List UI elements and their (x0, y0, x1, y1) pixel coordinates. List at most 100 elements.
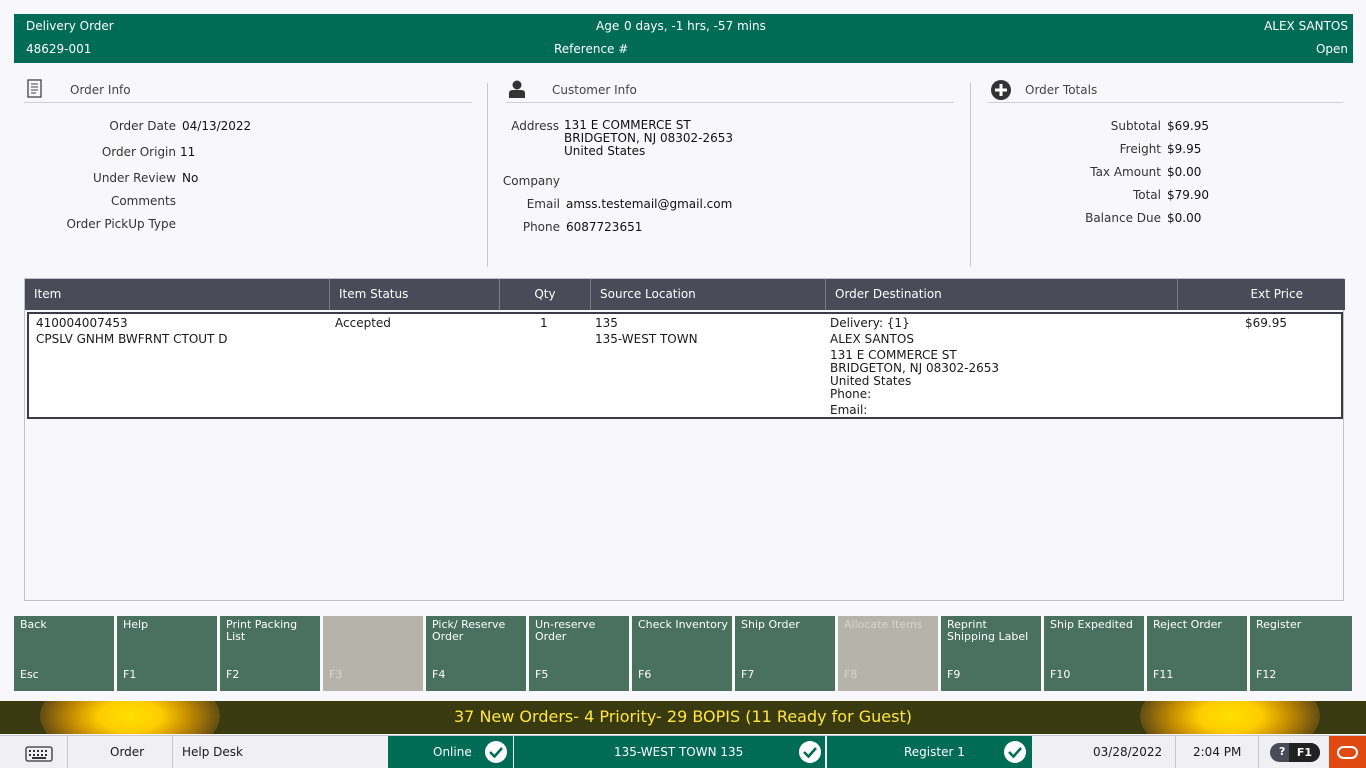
check-inventory-button[interactable]: Check Inventory F6 (632, 616, 732, 691)
help-label: Help (123, 618, 149, 631)
print-packing-list-button[interactable]: Print Packing List F2 (220, 616, 320, 691)
source-location-code: 135 (595, 316, 618, 330)
ship-order-button[interactable]: Ship Order F7 (735, 616, 835, 691)
help-key-label: F1 (1289, 743, 1320, 762)
phone-label: Phone (522, 220, 560, 234)
store-status: 135-WEST TOWN 135 (514, 736, 825, 768)
register-label: Register (1256, 618, 1302, 631)
order-totals-heading: Order Totals (988, 80, 1343, 103)
order-header: Delivery Order 48629-001 Age 0 days, -1 … (14, 14, 1353, 63)
document-icon (26, 79, 44, 102)
total-value: $79.90 (1167, 188, 1209, 202)
oracle-logo-icon[interactable] (1329, 736, 1366, 768)
check-inventory-label: Check Inventory (638, 618, 728, 631)
table-row[interactable]: 410004007453 CPSLV GNHM BWFRNT CTOUT D A… (27, 312, 1343, 419)
tax-label: Tax Amount (1090, 165, 1161, 179)
balance-due-value: $0.00 (1167, 211, 1202, 225)
store-label: 135-WEST TOWN 135 (614, 745, 744, 759)
reject-order-label: Reject Order (1153, 618, 1222, 631)
check-icon (1004, 741, 1026, 763)
reference-label: Reference # (554, 42, 629, 56)
allocate-items-button: Allocate Items F8 (838, 616, 938, 691)
column-header-ext-price[interactable]: Ext Price (1178, 279, 1345, 310)
address-label: Address (511, 119, 559, 133)
column-header-source-location[interactable]: Source Location (591, 279, 826, 310)
column-header-qty[interactable]: Qty (500, 279, 591, 310)
subtotal-label: Subtotal (1110, 119, 1161, 133)
order-info-title: Order Info (70, 83, 131, 97)
help-desk-link[interactable]: Help Desk (182, 736, 243, 768)
company-label: Company (502, 174, 560, 188)
f3-key: F3 (329, 668, 343, 681)
order-date-label: Order Date (109, 119, 176, 133)
reprint-shipping-label-key: F9 (947, 668, 961, 681)
status-bar: Order Help Desk Online 135-WEST TOWN 135… (0, 735, 1366, 768)
under-review-value: No (182, 171, 199, 185)
section-divider (970, 83, 971, 267)
status-divider (1258, 736, 1259, 768)
age-label: Age (596, 19, 620, 33)
destination-line: ALEX SANTOS (830, 332, 914, 346)
under-review-label: Under Review (93, 171, 176, 185)
order-items-table: Item Item Status Qty Source Location Ord… (24, 278, 1345, 601)
ext-price: $69.95 (1245, 316, 1287, 330)
help-key-button[interactable]: ? F1 (1270, 743, 1320, 762)
reject-order-key: F11 (1153, 668, 1174, 681)
column-header-item[interactable]: Item (25, 279, 330, 310)
status-divider (172, 736, 173, 768)
column-header-item-status[interactable]: Item Status (330, 279, 500, 310)
unreserve-order-label: Un-reserve Order (535, 618, 596, 643)
freight-value: $9.95 (1167, 142, 1202, 156)
person-icon (508, 79, 526, 102)
item-status: Accepted (335, 316, 391, 330)
mode-label[interactable]: Order (110, 736, 144, 768)
order-date-value: 04/13/2022 (182, 119, 252, 133)
email-label: Email (526, 197, 560, 211)
email-value: amss.testemail@gmail.com (566, 197, 733, 211)
online-status: Online (388, 736, 513, 768)
table-header: Item Item Status Qty Source Location Ord… (25, 279, 1345, 310)
age-value: 0 days, -1 hrs, -57 mins (624, 19, 766, 33)
status-date: 03/28/2022 (1093, 745, 1163, 759)
banner-message: 37 New Orders- 4 Priority- 29 BOPIS (11 … (454, 707, 912, 726)
destination-line: Email: (830, 403, 868, 417)
status-divider (1175, 736, 1176, 768)
check-icon (485, 741, 507, 763)
address-line-1: 131 E COMMERCE ST (564, 118, 691, 132)
back-button[interactable]: Back Esc (14, 616, 114, 691)
pick-reserve-order-button[interactable]: Pick/ Reserve Order F4 (426, 616, 526, 691)
order-origin-label: Order Origin (101, 145, 176, 159)
reprint-shipping-label-button[interactable]: Reprint Shipping Label F9 (941, 616, 1041, 691)
f3-button: F3 (323, 616, 423, 691)
order-info-heading: Order Info (24, 79, 472, 103)
item-code: 410004007453 (36, 316, 128, 330)
keyboard-icon[interactable] (25, 743, 53, 763)
customer-info-heading: Customer Info (506, 80, 954, 103)
pick-reserve-order-label: Pick/ Reserve Order (432, 618, 506, 643)
order-origin-value: 11 (180, 145, 196, 159)
ship-order-label: Ship Order (741, 618, 800, 631)
column-header-order-destination[interactable]: Order Destination (826, 279, 1178, 310)
header-user: ALEX SANTOS (1264, 19, 1348, 33)
print-packing-list-key: F2 (226, 668, 240, 681)
unreserve-order-key: F5 (535, 668, 549, 681)
order-totals-title: Order Totals (1025, 83, 1098, 97)
order-number: 48629-001 (26, 42, 92, 56)
freight-label: Freight (1119, 142, 1161, 156)
destination-line: Phone: (830, 387, 872, 401)
customer-info-title: Customer Info (552, 83, 637, 97)
help-button[interactable]: Help F1 (117, 616, 217, 691)
reject-order-button[interactable]: Reject Order F11 (1147, 616, 1247, 691)
back-label: Back (20, 618, 47, 631)
destination-line: Delivery: {1} (830, 316, 910, 330)
ship-expedited-button[interactable]: Ship Expedited F10 (1044, 616, 1144, 691)
order-alert-banner[interactable]: 37 New Orders- 4 Priority- 29 BOPIS (11 … (0, 701, 1366, 734)
source-location-name: 135-WEST TOWN (595, 332, 698, 346)
reprint-shipping-label-label: Reprint Shipping Label (947, 618, 1029, 643)
tax-value: $0.00 (1167, 165, 1202, 179)
unreserve-order-button[interactable]: Un-reserve Order F5 (529, 616, 629, 691)
print-packing-list-label: Print Packing List (226, 618, 298, 643)
comments-label: Comments (110, 194, 176, 208)
register-key: F12 (1256, 668, 1277, 681)
register-button[interactable]: Register F12 (1250, 616, 1352, 691)
